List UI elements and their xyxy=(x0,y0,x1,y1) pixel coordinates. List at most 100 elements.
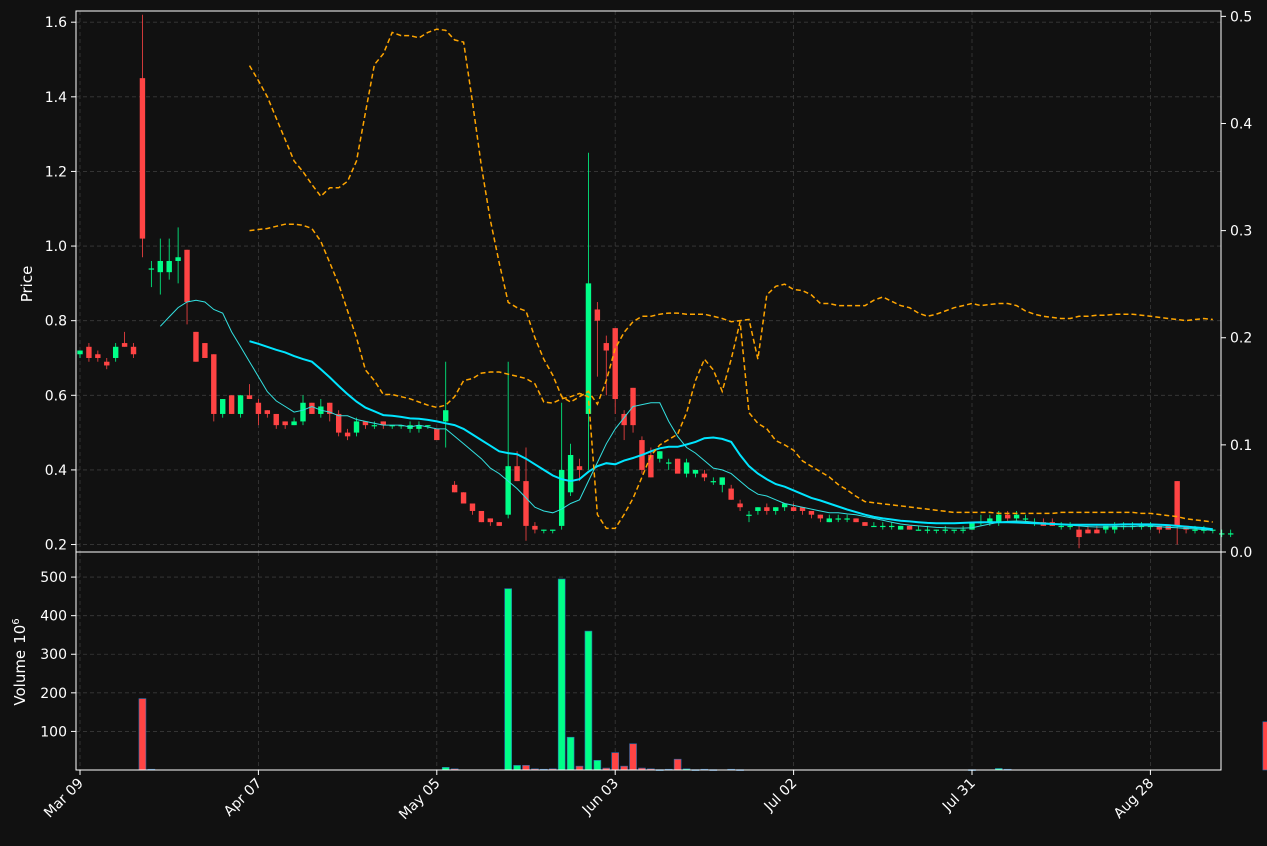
candle-body xyxy=(585,283,592,414)
candle-body xyxy=(344,432,351,437)
candle-body xyxy=(273,413,279,426)
volume-y-tick-label: 200 xyxy=(40,686,67,702)
candle-body xyxy=(603,343,609,351)
candle-body xyxy=(1192,529,1198,531)
candle-body xyxy=(1085,529,1091,534)
candle-body xyxy=(915,529,922,531)
overlay-lines xyxy=(159,28,1213,531)
x-tick-label: Jul 31 xyxy=(939,776,979,816)
x-tick-label: Jun 03 xyxy=(579,776,622,819)
candle-body xyxy=(1067,525,1073,528)
volume-bar xyxy=(593,760,602,771)
volume-axis-label-text: Volume xyxy=(11,650,29,706)
secondary-y-tick-label: 0.4 xyxy=(1230,116,1252,132)
candle-body xyxy=(335,413,342,433)
candle-body xyxy=(594,309,601,321)
secondary-y-tick-label: 0.5 xyxy=(1230,9,1252,25)
candle-body xyxy=(871,525,877,528)
candle-body xyxy=(487,518,494,523)
volume-bar xyxy=(138,698,147,771)
candle-body xyxy=(523,481,529,526)
panel-frames xyxy=(75,10,1222,771)
volume-bar xyxy=(522,765,530,771)
candle-body xyxy=(755,507,761,511)
candles xyxy=(77,14,1234,549)
candle-body xyxy=(193,331,199,362)
secondary-y-tick-label: 0.2 xyxy=(1230,331,1252,347)
candle-body xyxy=(1227,533,1234,535)
volume-bar xyxy=(557,578,566,771)
volume-bar xyxy=(584,630,593,771)
candle-body xyxy=(148,268,155,270)
price-y-tick-label: 0.4 xyxy=(45,463,67,479)
volume-bar xyxy=(504,588,512,771)
candle-body xyxy=(835,518,841,520)
candle-body xyxy=(175,257,181,261)
candle-body xyxy=(202,343,208,358)
candle-body xyxy=(692,469,699,474)
candle-body xyxy=(541,529,547,531)
volume-bar xyxy=(513,765,521,771)
candle-body xyxy=(443,410,449,422)
volume-bars xyxy=(138,578,1267,771)
volume-bar xyxy=(566,736,575,771)
candle-body xyxy=(505,466,511,515)
volume-axis-label: Volume 106 xyxy=(11,618,29,705)
x-tick-label: Jul 02 xyxy=(761,776,801,816)
volume-bar xyxy=(673,758,682,771)
candle-body xyxy=(853,518,859,523)
candle-body xyxy=(532,525,538,530)
candle-body xyxy=(139,78,146,239)
price-y-axis: 0.2 0.4 0.6 0.8 1.0 1.2 1.4 1.6 xyxy=(45,15,76,554)
price-y-tick-label: 0.2 xyxy=(45,538,67,554)
candle-body xyxy=(220,399,226,414)
candlestick-chart: 0.2 0.4 0.6 0.8 1.0 1.2 1.4 1.6 0.0 0.1 0.2 0.3 0.4… xyxy=(0,0,1267,842)
candle-body xyxy=(844,518,850,520)
volume-bar xyxy=(620,765,628,771)
candle-body xyxy=(666,462,672,464)
x-tick-label: Aug 28 xyxy=(1111,776,1157,822)
candle-body xyxy=(996,514,1002,523)
candle-body xyxy=(657,451,663,459)
volume-axis-exponent-base: 10 xyxy=(11,625,29,644)
candle-body xyxy=(1022,518,1029,520)
candle-body xyxy=(737,503,743,508)
candle-body xyxy=(701,473,708,478)
candle-body xyxy=(228,395,235,414)
candle-body xyxy=(889,525,895,528)
candle-body xyxy=(808,510,815,515)
volume-y-axis: 100 200 300 400 500 xyxy=(40,570,76,740)
candle-body xyxy=(576,466,583,470)
candle-body xyxy=(112,346,119,358)
candle-body xyxy=(951,529,957,531)
candle-body xyxy=(184,249,190,303)
x-tick-label: Apr 07 xyxy=(221,776,265,820)
candle-body xyxy=(77,350,83,355)
candle-body xyxy=(862,522,868,526)
candle-body xyxy=(1076,529,1082,538)
candle-body xyxy=(166,260,172,273)
candle-body xyxy=(300,402,306,422)
candle-body xyxy=(1004,514,1011,519)
price-y-tick-label: 1.4 xyxy=(45,90,67,106)
candle-body xyxy=(790,507,797,511)
candle-body xyxy=(960,529,966,531)
band-lower-line xyxy=(249,223,1213,530)
volume-bar xyxy=(575,765,584,771)
secondary-y-tick-label: 0.0 xyxy=(1230,545,1252,561)
candle-body xyxy=(1174,481,1180,526)
secondary-y-axis: 0.0 0.1 0.2 0.3 0.4 0.5 xyxy=(1221,9,1252,561)
volume-axis-exponent-power: 6 xyxy=(11,618,22,624)
x-axis: Mar 09 Apr 07 May 05 Jun 03 Jul 02 Jul 31 Aug … xyxy=(41,770,1157,823)
candle-body xyxy=(434,428,440,441)
candle-body xyxy=(1219,533,1225,535)
candle-body xyxy=(906,525,913,530)
price-axis-label: Price xyxy=(18,266,36,303)
volume-bar xyxy=(629,743,637,771)
candle-body xyxy=(121,343,128,347)
candle-body xyxy=(612,328,618,400)
volume-y-tick-label: 500 xyxy=(40,570,67,586)
candle-body xyxy=(469,503,476,511)
candle-body xyxy=(309,402,315,414)
secondary-y-tick-label: 0.3 xyxy=(1230,224,1252,240)
